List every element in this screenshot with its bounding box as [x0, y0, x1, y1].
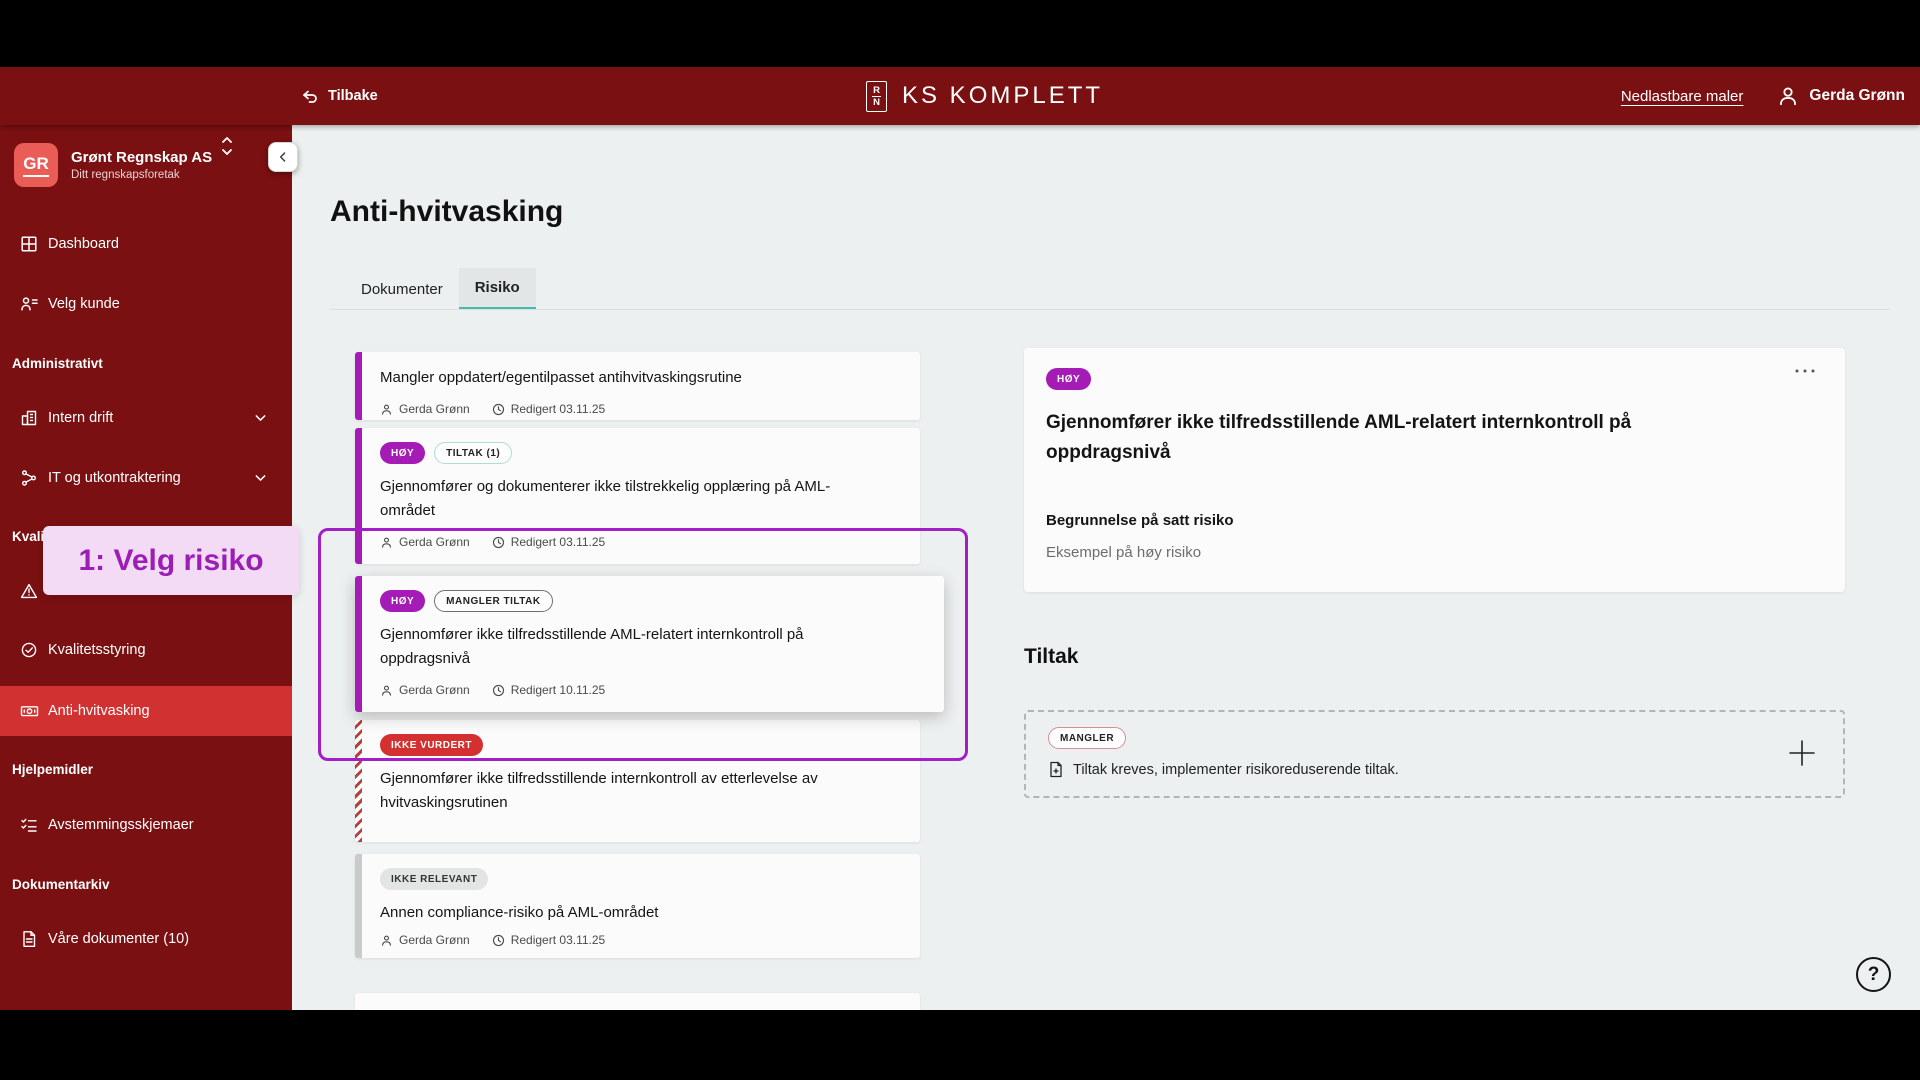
sidebar-section-dokumentarkiv: Dokumentarkiv	[12, 877, 110, 892]
top-bar: Tilbake R N KS KOMPLETT Nedlastbare male…	[0, 67, 1920, 125]
back-label: Tilbake	[328, 88, 378, 104]
risk-author: Gerda Grønn	[380, 683, 470, 697]
risk-title: Annen compliance-risiko på AML-området	[380, 901, 885, 925]
banknote-icon	[20, 702, 39, 720]
grid-icon	[20, 235, 38, 253]
chevron-down-icon	[253, 411, 268, 426]
templates-link[interactable]: Nedlastbare maler	[1621, 88, 1744, 105]
back-button[interactable]: Tilbake	[300, 67, 378, 125]
header-right: Nedlastbare maler Gerda Grønn	[1621, 67, 1905, 125]
sidebar-item-avstemmingsskjemaer[interactable]: Avstemmingsskjemaer	[0, 805, 292, 845]
mangler-tiltak-badge: MANGLER TILTAK	[434, 590, 552, 612]
risk-severity-bar-striped	[355, 720, 362, 842]
sidebar-section-administrativt: Administrativt	[12, 356, 103, 371]
person-list-icon	[20, 295, 39, 313]
risk-author: Gerda Grønn	[380, 402, 470, 416]
risk-title: Gjennomfører ikke tilfredsstillende AML-…	[380, 623, 885, 671]
risk-severity-bar	[355, 352, 362, 420]
question-mark-glyph: ?	[1868, 964, 1880, 986]
company-switcher[interactable]: GR Grønt Regnskap AS Ditt regnskapsforet…	[14, 143, 212, 187]
tiltak-message: Tiltak kreves, implementer risikoreduser…	[1073, 762, 1399, 778]
risk-card-1[interactable]: Mangler oppdatert/egentilpasset antihvit…	[355, 352, 920, 420]
tab-dokumenter[interactable]: Dokumenter	[345, 268, 459, 310]
chevron-updown-icon[interactable]	[219, 133, 235, 159]
reason-label: Begrunnelse på satt risiko	[1046, 512, 1234, 529]
screen: Tilbake R N KS KOMPLETT Nedlastbare male…	[0, 0, 1920, 1080]
sidebar-collapse-button[interactable]	[268, 142, 298, 172]
risk-card-partial[interactable]	[355, 993, 920, 1010]
brand: R N KS KOMPLETT	[866, 67, 1103, 125]
risk-title: Gjennomfører ikke tilfredsstillende inte…	[380, 767, 885, 815]
tiltak-empty-state: MANGLER Tiltak kreves, implementer risik…	[1024, 710, 1845, 798]
severity-badge: HØY	[1046, 368, 1091, 390]
company-name: Grønt Regnskap AS	[71, 149, 212, 166]
sidebar-item-anti-hvitvasking[interactable]: Anti-hvitvasking	[0, 686, 292, 736]
main-content: Anti-hvitvasking Dokumenter Risiko Mangl…	[292, 125, 1920, 1010]
company-avatar: GR	[14, 143, 58, 187]
badge-check-icon	[20, 641, 38, 659]
risk-author: Gerda Grønn	[380, 933, 470, 947]
return-arrow-icon	[300, 87, 319, 105]
sidebar-item-intern-drift[interactable]: Intern drift	[0, 398, 292, 438]
brand-name: KS KOMPLETT	[902, 82, 1103, 110]
tiltak-section-title: Tiltak	[1024, 645, 1078, 669]
add-tiltak-button[interactable]	[1787, 738, 1817, 768]
rn-logo-icon: R N	[866, 81, 887, 112]
page-title: Anti-hvitvasking	[330, 195, 563, 229]
checklist-icon	[20, 816, 38, 834]
risk-severity-bar	[355, 576, 362, 712]
risk-severity-bar	[355, 854, 362, 958]
document-icon	[20, 930, 38, 948]
user-menu[interactable]: Gerda Grønn	[1777, 85, 1905, 107]
network-icon	[20, 469, 38, 487]
tiltak-count-badge: TILTAK (1)	[434, 442, 512, 464]
sidebar-item-velg-kunde[interactable]: Velg kunde	[0, 284, 292, 324]
detail-title: Gjennomfører ikke tilfredsstillende AML-…	[1046, 408, 1736, 468]
user-icon	[1777, 85, 1799, 107]
sidebar-item-kvalitetsstyring[interactable]: Kvalitetsstyring	[0, 630, 292, 670]
more-options-button[interactable]	[1793, 366, 1817, 376]
document-plus-icon	[1048, 761, 1064, 778]
tab-divider	[330, 309, 1890, 310]
warning-triangle-icon	[20, 582, 38, 600]
building-icon	[20, 409, 38, 427]
user-name: Gerda Grønn	[1809, 87, 1905, 105]
risk-title: Mangler oppdatert/egentilpasset antihvit…	[380, 366, 885, 390]
risk-edited: Redigert 03.11.25	[492, 535, 606, 549]
company-subtitle: Ditt regnskapsforetak	[71, 169, 212, 181]
chevron-down-icon	[253, 471, 268, 486]
risk-card-4[interactable]: IKKE VURDERT Gjennomfører ikke tilfredss…	[355, 720, 920, 842]
sidebar-section-hjelpemidler: Hjelpemidler	[12, 762, 93, 777]
risk-card-3-selected[interactable]: HØY MANGLER TILTAK Gjennomfører ikke til…	[355, 576, 944, 712]
risk-author: Gerda Grønn	[380, 535, 470, 549]
annotation-step-label: 1: Velg risiko	[43, 526, 299, 595]
risk-detail-panel: HØY Gjennomfører ikke tilfredsstillende …	[1024, 348, 1845, 592]
sidebar-item-it-utkontraktering[interactable]: IT og utkontraktering	[0, 458, 292, 498]
risk-card-2[interactable]: HØY TILTAK (1) Gjennomfører og dokumente…	[355, 428, 920, 564]
ikke-vurdert-badge: IKKE VURDERT	[380, 734, 483, 756]
risk-severity-bar	[355, 428, 362, 564]
app-window: Tilbake R N KS KOMPLETT Nedlastbare male…	[0, 67, 1920, 1010]
risk-edited: Redigert 03.11.25	[492, 402, 606, 416]
tab-bar: Dokumenter Risiko	[345, 268, 536, 310]
help-button[interactable]: ?	[1856, 957, 1891, 992]
risk-edited: Redigert 03.11.25	[492, 933, 606, 947]
reason-value: Eksempel på høy risiko	[1046, 544, 1201, 561]
risk-edited: Redigert 10.11.25	[492, 683, 606, 697]
tab-risiko[interactable]: Risiko	[459, 268, 536, 310]
risk-title: Gjennomfører og dokumenterer ikke tilstr…	[380, 475, 885, 523]
mangler-badge: MANGLER	[1048, 727, 1126, 749]
risk-card-5[interactable]: IKKE RELEVANT Annen compliance-risiko på…	[355, 854, 920, 958]
severity-badge: HØY	[380, 590, 425, 612]
sidebar-item-vare-dokumenter[interactable]: Våre dokumenter (10)	[0, 919, 292, 959]
ikke-relevant-badge: IKKE RELEVANT	[380, 868, 488, 890]
sidebar-item-dashboard[interactable]: Dashboard	[0, 224, 292, 264]
severity-badge: HØY	[380, 442, 425, 464]
